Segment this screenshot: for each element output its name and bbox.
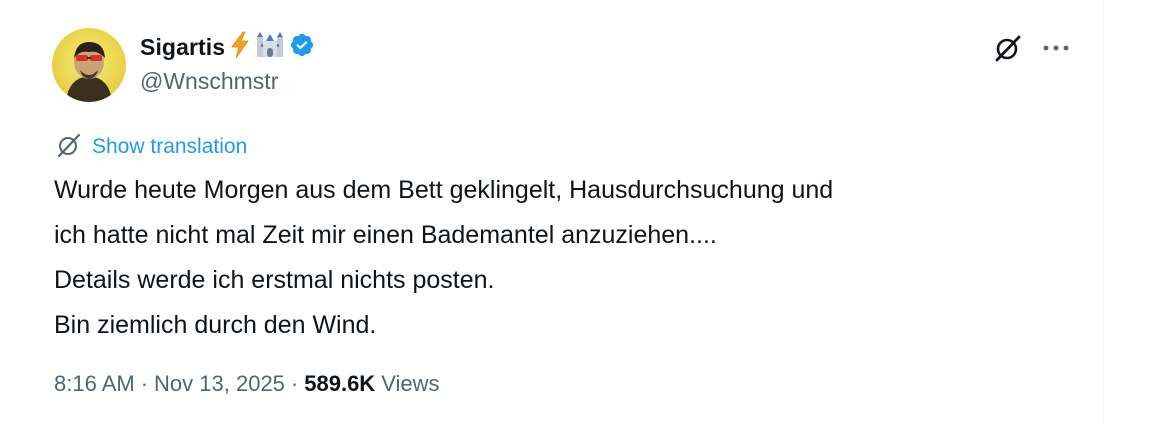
- tweet-text-line: Wurde heute Morgen aus dem Bett geklinge…: [54, 176, 834, 204]
- tweet-text-line: Details werde ich erstmal nichts posten.: [54, 266, 495, 294]
- more-dots-icon[interactable]: [1040, 40, 1072, 56]
- avatar[interactable]: [52, 28, 126, 102]
- meta-separator: ·: [140, 371, 149, 396]
- tweet-date-link[interactable]: Nov 13, 2025: [154, 371, 285, 397]
- author-name-row[interactable]: Sigartis: [140, 30, 315, 64]
- meta-separator: ·: [290, 371, 299, 396]
- tweet-text-line: Bin ziemlich durch den Wind.: [54, 311, 377, 339]
- castle-emoji-icon: [255, 31, 285, 64]
- views-count[interactable]: 589.6K: [304, 371, 375, 397]
- card-divider: [1103, 0, 1104, 424]
- author-handle[interactable]: @Wnschmstr: [140, 68, 278, 95]
- tweet-text-line: ich hatte nicht mal Zeit mir einen Badem…: [54, 221, 717, 249]
- show-translation-label[interactable]: Show translation: [92, 135, 247, 159]
- author-display-name[interactable]: Sigartis: [140, 34, 225, 61]
- tweet-text: Wurde heute Morgen aus dem Bett geklinge…: [54, 168, 1074, 348]
- tweet-meta: 8:16 AM · Nov 13, 2025 · 589.6K Views: [54, 371, 440, 397]
- grok-icon[interactable]: [993, 33, 1023, 63]
- tweet-time-link[interactable]: 8:16 AM: [54, 371, 135, 397]
- lightning-emoji-icon: [229, 31, 251, 64]
- show-translation-button[interactable]: Show translation: [56, 133, 247, 161]
- tweet-card: Sigartis @Wnschmstr Show translation Wur…: [0, 0, 1156, 424]
- verified-badge-icon[interactable]: [289, 32, 315, 63]
- translate-icon: [56, 132, 82, 163]
- views-label: Views: [381, 371, 440, 396]
